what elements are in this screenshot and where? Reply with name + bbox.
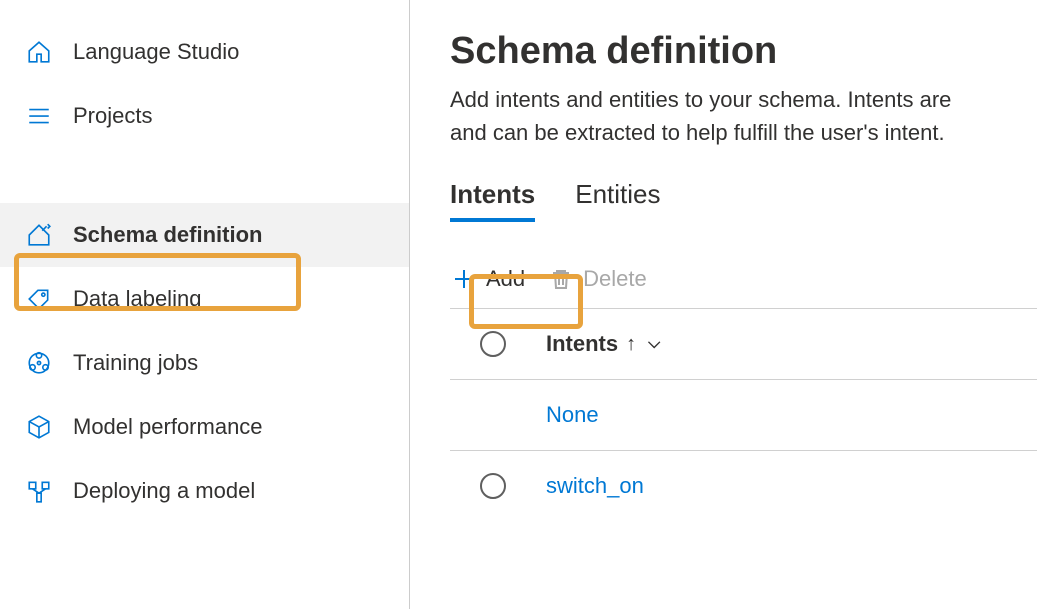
list-icon [25, 102, 53, 130]
tabs: Intents Entities [450, 179, 1037, 222]
deploy-icon [25, 477, 53, 505]
delete-button-label: Delete [583, 266, 647, 292]
column-header-intents: Intents [546, 331, 618, 357]
sidebar-item-label: Training jobs [73, 350, 198, 376]
toolbar: Add Delete [450, 262, 1037, 309]
intent-link-none[interactable]: None [546, 402, 599, 428]
sidebar-item-model-performance[interactable]: Model performance [0, 395, 409, 459]
add-button[interactable]: Add [450, 262, 527, 296]
row-radio[interactable] [480, 473, 506, 499]
sidebar-item-label: Data labeling [73, 286, 201, 312]
sidebar-item-label: Schema definition [73, 222, 262, 248]
page-title: Schema definition [450, 30, 1037, 73]
tab-entities[interactable]: Entities [575, 179, 660, 222]
trash-icon [549, 267, 573, 291]
tag-icon [25, 285, 53, 313]
cube-icon [25, 413, 53, 441]
home-icon [25, 38, 53, 66]
atom-icon [25, 349, 53, 377]
sidebar-item-label: Model performance [73, 414, 263, 440]
tab-intents[interactable]: Intents [450, 179, 535, 222]
tool-icon [25, 221, 53, 249]
chevron-down-icon: ⌵ [648, 335, 660, 353]
delete-button[interactable]: Delete [547, 262, 649, 296]
sidebar-item-label: Projects [73, 103, 152, 129]
sidebar-item-training-jobs[interactable]: Training jobs [0, 331, 409, 395]
sidebar-item-deploying-a-model[interactable]: Deploying a model [0, 459, 409, 523]
sidebar: Language Studio Projects Schema definiti… [0, 0, 410, 609]
table-header[interactable]: Intents ↑ ⌵ [450, 309, 1037, 380]
sidebar-item-language-studio[interactable]: Language Studio [0, 20, 409, 84]
intent-link-switch-on[interactable]: switch_on [546, 473, 644, 499]
table-row: switch_on [450, 451, 1037, 521]
select-all-radio[interactable] [480, 331, 506, 357]
sidebar-item-projects[interactable]: Projects [0, 84, 409, 148]
add-button-label: Add [486, 266, 525, 292]
sidebar-item-label: Deploying a model [73, 478, 255, 504]
main-content: Schema definition Add intents and entiti… [410, 0, 1037, 609]
sidebar-item-label: Language Studio [73, 39, 239, 65]
plus-icon [452, 267, 476, 291]
table-row: None [450, 380, 1037, 451]
sidebar-item-data-labeling[interactable]: Data labeling [0, 267, 409, 331]
sort-arrow-icon: ↑ [626, 333, 636, 356]
sidebar-item-schema-definition[interactable]: Schema definition [0, 203, 409, 267]
page-subtitle: Add intents and entities to your schema.… [450, 83, 1037, 149]
